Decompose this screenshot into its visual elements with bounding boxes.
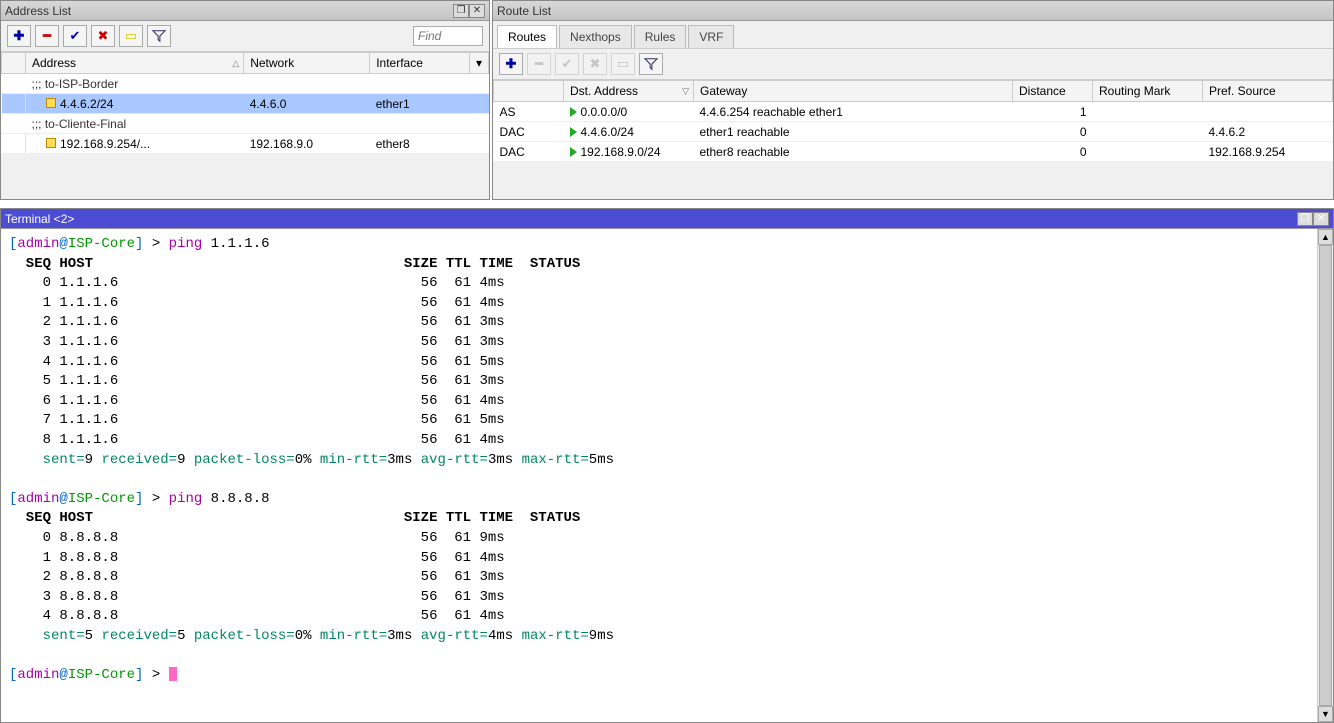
route-active-icon [570,147,577,157]
add-button[interactable]: ✚ [499,53,523,75]
route-list-window: Route List RoutesNexthopsRulesVRF ✚ ━ ✔ … [492,0,1334,200]
table-row[interactable]: 4.4.6.2/244.4.6.0ether1 [2,94,489,114]
filter-button[interactable] [147,25,171,47]
terminal-titlebar[interactable]: Terminal <2> ❐ ✕ [1,209,1333,229]
col-routing-mark[interactable]: Routing Mark [1093,81,1203,102]
route-list-title: Route List [497,4,1329,18]
tab-rules[interactable]: Rules [634,25,687,48]
restore-button[interactable]: ❐ [1297,212,1313,226]
address-toolbar: ✚ ━ ✔ ✖ ▭ [1,21,489,52]
address-icon [46,98,56,108]
scroll-thumb[interactable] [1319,245,1332,706]
tab-nexthops[interactable]: Nexthops [559,25,632,48]
address-list-titlebar[interactable]: Address List ❐ ✕ [1,1,489,21]
col-flags[interactable] [494,81,564,102]
address-list-title: Address List [5,4,453,18]
col-address[interactable]: Address△ [26,53,244,74]
col-gateway[interactable]: Gateway [694,81,1013,102]
address-table: Address△ Network Interface ▾ ;;; to-ISP-… [1,52,489,154]
filter-button[interactable] [639,53,663,75]
col-distance[interactable]: Distance [1013,81,1093,102]
disable-button[interactable]: ✖ [91,25,115,47]
terminal-title: Terminal <2> [5,212,1297,226]
route-active-icon [570,127,577,137]
tab-vrf[interactable]: VRF [688,25,734,48]
funnel-icon [644,57,658,71]
restore-button[interactable]: ❐ [453,4,469,18]
remove-button[interactable]: ━ [35,25,59,47]
table-row[interactable]: DAC4.4.6.0/24ether1 reachable04.4.6.2 [494,122,1333,142]
route-list-titlebar[interactable]: Route List [493,1,1333,21]
col-interface[interactable]: Interface [370,53,470,74]
comment-button[interactable]: ▭ [119,25,143,47]
col-menu[interactable]: ▾ [469,53,488,74]
remove-button[interactable]: ━ [527,53,551,75]
col-dst[interactable]: Dst. Address▽ [564,81,694,102]
table-row[interactable]: AS0.0.0.0/04.4.6.254 reachable ether11 [494,102,1333,122]
close-button[interactable]: ✕ [469,4,485,18]
funnel-icon [152,29,166,43]
add-button[interactable]: ✚ [7,25,31,47]
scroll-down-button[interactable]: ▼ [1318,706,1333,722]
terminal-body[interactable]: [admin@ISP-Core] > ping 1.1.1.6 SEQ HOST… [1,229,1333,722]
tab-routes[interactable]: Routes [497,25,557,48]
route-toolbar: ✚ ━ ✔ ✖ ▭ [493,49,1333,80]
enable-button[interactable]: ✔ [555,53,579,75]
route-table: Dst. Address▽ Gateway Distance Routing M… [493,80,1333,162]
table-group[interactable]: ;;; to-ISP-Border [2,74,489,94]
table-row[interactable]: DAC192.168.9.0/24ether8 reachable0192.16… [494,142,1333,162]
route-tabs: RoutesNexthopsRulesVRF [493,21,1333,49]
enable-button[interactable]: ✔ [63,25,87,47]
address-icon [46,138,56,148]
terminal-scrollbar[interactable]: ▲ ▼ [1317,229,1333,722]
col-pref-source[interactable]: Pref. Source [1203,81,1333,102]
scroll-up-button[interactable]: ▲ [1318,229,1333,245]
find-input[interactable] [413,26,483,46]
col-network[interactable]: Network [244,53,370,74]
terminal-cursor [169,667,177,681]
address-list-window: Address List ❐ ✕ ✚ ━ ✔ ✖ ▭ Address△ Netw… [0,0,490,200]
route-active-icon [570,107,577,117]
disable-button[interactable]: ✖ [583,53,607,75]
terminal-window: Terminal <2> ❐ ✕ [admin@ISP-Core] > ping… [0,208,1334,723]
col-num[interactable] [2,53,26,74]
table-row[interactable]: 192.168.9.254/...192.168.9.0ether8 [2,134,489,154]
comment-button[interactable]: ▭ [611,53,635,75]
close-button[interactable]: ✕ [1313,212,1329,226]
table-group[interactable]: ;;; to-Cliente-Final [2,114,489,134]
